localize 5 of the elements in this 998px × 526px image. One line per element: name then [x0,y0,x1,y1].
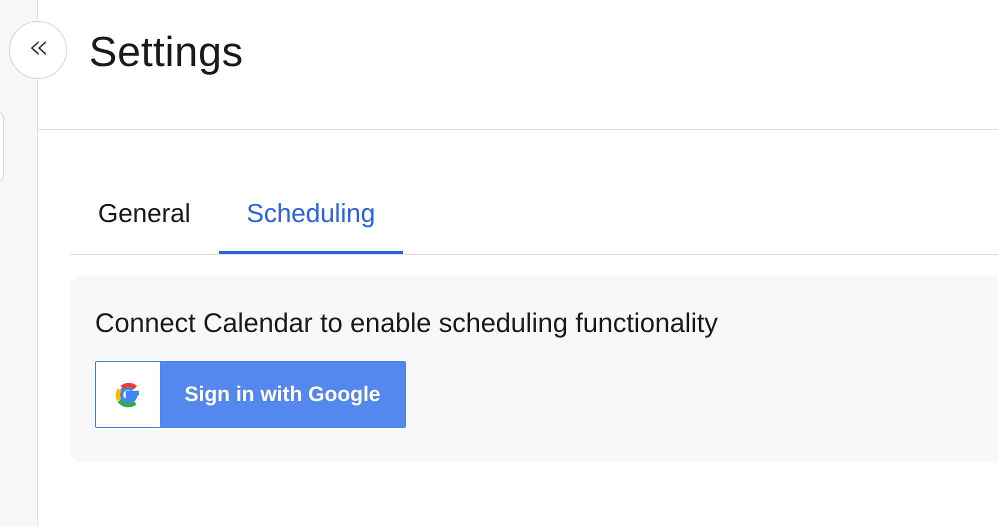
connect-calendar-message: Connect Calendar to enable scheduling functionality [95,308,718,339]
settings-tab[interactable]: Scheduling [218,198,404,254]
collapse-sidebar-button[interactable]: « [9,21,67,79]
page-title: Settings [89,28,244,76]
settings-tab[interactable]: General [70,198,218,254]
